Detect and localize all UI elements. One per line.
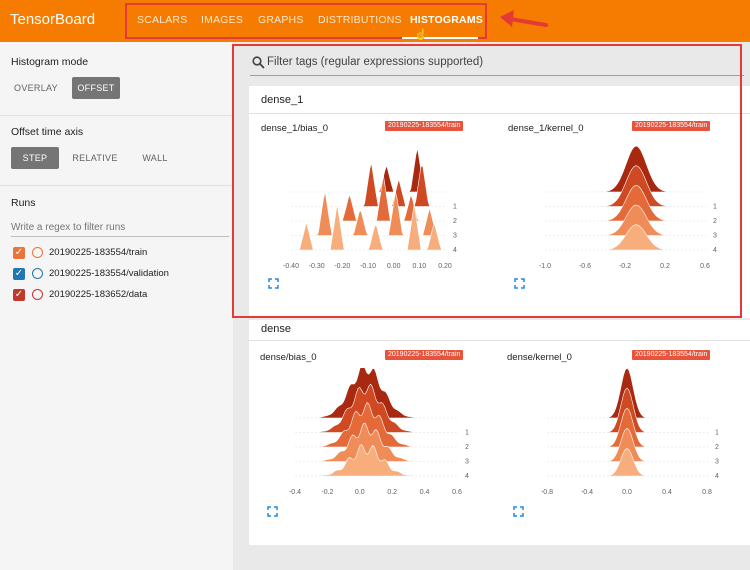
tab-graphs[interactable]: GRAPHS: [258, 14, 304, 26]
card-title: dense_1/bias_0: [261, 123, 329, 134]
axis-wall-button[interactable]: WALL: [134, 147, 176, 169]
mode-offset-button[interactable]: OFFSET: [72, 77, 120, 99]
runs-title: Runs: [11, 197, 36, 209]
run-checkbox[interactable]: ✓: [13, 247, 25, 259]
run-badge: 20190225-183554/train: [632, 350, 711, 360]
divider: [0, 185, 233, 186]
expand-icon[interactable]: [514, 278, 525, 289]
histogram-chart[interactable]: 1 2 3 4 -0.4 -0.2 0.0 0.2 0.4 0.6: [255, 368, 473, 500]
card-title: dense/kernel_0: [507, 352, 572, 363]
run-color-radio[interactable]: [32, 289, 43, 300]
tab-images[interactable]: IMAGES: [201, 14, 243, 26]
x-tick-label: -0.20: [334, 263, 350, 270]
histogram-chart[interactable]: 1 2 3 4 -0.40 -0.30 -0.20 -0.10 0.00 0.10 0.20: [255, 140, 473, 274]
arrow-icon: [500, 10, 548, 27]
histogram-chart[interactable]: 1 2 3 4 -0.8 -0.4 0.0 0.4 0.8: [505, 368, 723, 500]
x-tick-label: -0.40: [283, 263, 299, 270]
tab-distributions[interactable]: DISTRIBUTIONS: [318, 14, 402, 26]
offset-time-axis-title: Offset time axis: [11, 126, 84, 138]
y-tick-label: 4: [465, 473, 469, 480]
search-icon: [252, 56, 265, 69]
expand-icon[interactable]: [268, 278, 279, 289]
x-tick-label: 0.2: [660, 263, 670, 270]
card-title: dense_1/kernel_0: [508, 123, 584, 134]
y-tick-label: 3: [713, 233, 717, 240]
run-label: 20190225-183554/train: [49, 247, 148, 258]
run-label: 20190225-183652/data: [49, 289, 148, 300]
run-color-radio[interactable]: [32, 268, 43, 279]
y-tick-label: 2: [715, 444, 719, 451]
y-tick-label: 4: [713, 247, 717, 254]
x-tick-label: -0.8: [541, 489, 553, 496]
card-title: dense/bias_0: [260, 352, 317, 363]
x-tick-label: -1.0: [539, 263, 551, 270]
dashboard-tabs: SCALARS IMAGES GRAPHS DISTRIBUTIONS HIST…: [125, 3, 487, 39]
group-title[interactable]: dense_1: [261, 94, 303, 106]
y-tick-label: 1: [713, 204, 717, 211]
histogram-chart[interactable]: 1 2 3 4 -1.0 -0.6 -0.2 0.2 0.6: [505, 140, 723, 274]
tab-scalars[interactable]: SCALARS: [137, 14, 187, 26]
run-badge: 20190225-183554/train: [385, 121, 464, 131]
divider: [0, 115, 233, 116]
y-tick-label: 4: [715, 473, 719, 480]
x-tick-label: 0.2: [387, 489, 397, 496]
tab-histograms[interactable]: HISTOGRAMS: [410, 14, 483, 26]
y-tick-label: 1: [453, 204, 457, 211]
y-tick-label: 2: [713, 218, 717, 225]
run-checkbox[interactable]: ✓: [13, 268, 25, 280]
x-tick-label: 0.0: [355, 489, 365, 496]
histogram-step-area: [547, 448, 707, 477]
histogram-mode-title: Histogram mode: [11, 56, 89, 68]
histogram-step-area: [291, 162, 445, 207]
y-tick-label: 1: [715, 430, 719, 437]
x-tick-label: 0.20: [438, 263, 452, 270]
group-title[interactable]: dense: [261, 323, 291, 335]
y-tick-label: 2: [453, 218, 457, 225]
expand-icon[interactable]: [513, 506, 524, 517]
run-checkbox[interactable]: ✓: [13, 289, 25, 301]
x-tick-label: 0.6: [700, 263, 710, 270]
y-tick-label: 1: [465, 430, 469, 437]
x-tick-label: -0.6: [579, 263, 591, 270]
expand-icon[interactable]: [267, 506, 278, 517]
x-tick-label: 0.4: [662, 489, 672, 496]
y-tick-label: 2: [465, 444, 469, 451]
x-tick-label: 0.4: [420, 489, 430, 496]
tag-filter-input[interactable]: [267, 56, 727, 68]
x-tick-label: -0.30: [309, 263, 325, 270]
axis-relative-button[interactable]: RELATIVE: [68, 147, 122, 169]
x-tick-label: -0.10: [360, 263, 376, 270]
divider: [249, 340, 750, 341]
x-tick-label: -0.4: [289, 489, 301, 496]
run-badge: 20190225-183554/train: [632, 121, 711, 131]
x-tick-label: -0.2: [321, 489, 333, 496]
x-tick-label: -0.2: [619, 263, 631, 270]
x-tick-label: -0.4: [581, 489, 593, 496]
y-tick-label: 4: [453, 247, 457, 254]
sidebar: Histogram mode OVERLAY OFFSET Offset tim…: [0, 42, 233, 570]
mode-overlay-button[interactable]: OVERLAY: [10, 77, 62, 99]
run-label: 20190225-183554/validation: [49, 268, 169, 279]
y-tick-label: 3: [453, 233, 457, 240]
app-title: TensorBoard: [10, 11, 96, 28]
top-app-bar: TensorBoard SCALARS IMAGES GRAPHS DISTRI…: [0, 0, 750, 42]
x-tick-label: 0.00: [387, 263, 401, 270]
divider: [249, 113, 750, 114]
histogram-step-area: [291, 203, 445, 251]
x-tick-label: 0.0: [622, 489, 632, 496]
run-color-radio[interactable]: [32, 247, 43, 258]
runs-filter-input[interactable]: [11, 219, 229, 237]
y-tick-label: 3: [465, 459, 469, 466]
x-tick-label: 0.8: [702, 489, 712, 496]
x-tick-label: 0.10: [413, 263, 427, 270]
pointer-cursor-icon: ☝: [414, 29, 428, 41]
y-tick-label: 3: [715, 459, 719, 466]
run-badge: 20190225-183554/train: [385, 350, 464, 360]
axis-step-button[interactable]: STEP: [11, 147, 59, 169]
tag-filter: [250, 52, 744, 76]
x-tick-label: 0.6: [452, 489, 462, 496]
